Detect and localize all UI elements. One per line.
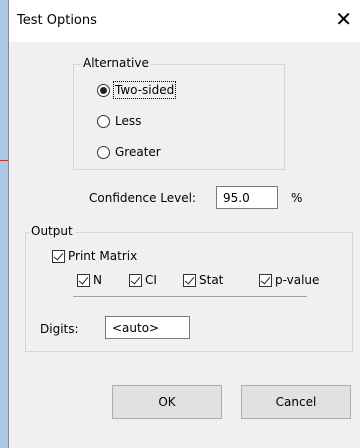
radio-less-label: Less — [115, 114, 142, 128]
print-matrix-label: Print Matrix — [68, 249, 138, 263]
ok-button[interactable]: OK — [112, 385, 222, 419]
radio-greater[interactable]: Greater — [97, 145, 161, 159]
output-group-label: Output — [29, 224, 75, 238]
confidence-level-label: Confidence Level: — [89, 191, 197, 205]
stat-label: Stat — [199, 273, 224, 287]
ci-check-indicator[interactable] — [129, 273, 142, 287]
radio-two-sided[interactable]: Two-sided — [97, 81, 177, 99]
digits-label: Digits: — [40, 322, 79, 336]
p-value-label: p-value — [275, 273, 320, 287]
stat-check-indicator[interactable] — [183, 273, 196, 287]
alternative-group-label: Alternative — [81, 56, 151, 70]
n-checkbox[interactable]: N — [77, 273, 102, 287]
digits-input[interactable] — [105, 316, 190, 339]
cancel-button[interactable]: Cancel — [241, 385, 351, 419]
background-line — [0, 160, 8, 161]
dialog-title: Test Options — [17, 13, 97, 28]
radio-greater-label: Greater — [115, 145, 161, 159]
ci-label: CI — [145, 273, 157, 287]
n-check-indicator[interactable] — [77, 273, 90, 287]
radio-greater-indicator[interactable] — [97, 145, 110, 159]
print-matrix-checkbox[interactable]: Print Matrix — [52, 249, 137, 263]
p-value-check-indicator[interactable] — [259, 273, 272, 287]
output-divider — [73, 296, 307, 297]
close-icon[interactable]: ✕ — [335, 9, 352, 29]
radio-two-sided-indicator[interactable] — [97, 83, 110, 97]
radio-two-sided-label: Two-sided — [112, 81, 177, 99]
test-options-dialog: Test Options ✕ Alternative Two-sided Les… — [8, 0, 360, 448]
n-label: N — [93, 273, 102, 287]
radio-less-indicator[interactable] — [97, 114, 110, 128]
radio-less[interactable]: Less — [97, 114, 141, 128]
title-bar: Test Options ✕ — [9, 0, 360, 42]
ci-checkbox[interactable]: CI — [129, 273, 157, 287]
print-matrix-check-indicator[interactable] — [52, 249, 65, 263]
p-value-checkbox[interactable]: p-value — [259, 273, 319, 287]
confidence-level-input[interactable] — [216, 186, 278, 209]
confidence-unit: % — [291, 191, 303, 205]
stat-checkbox[interactable]: Stat — [183, 273, 223, 287]
